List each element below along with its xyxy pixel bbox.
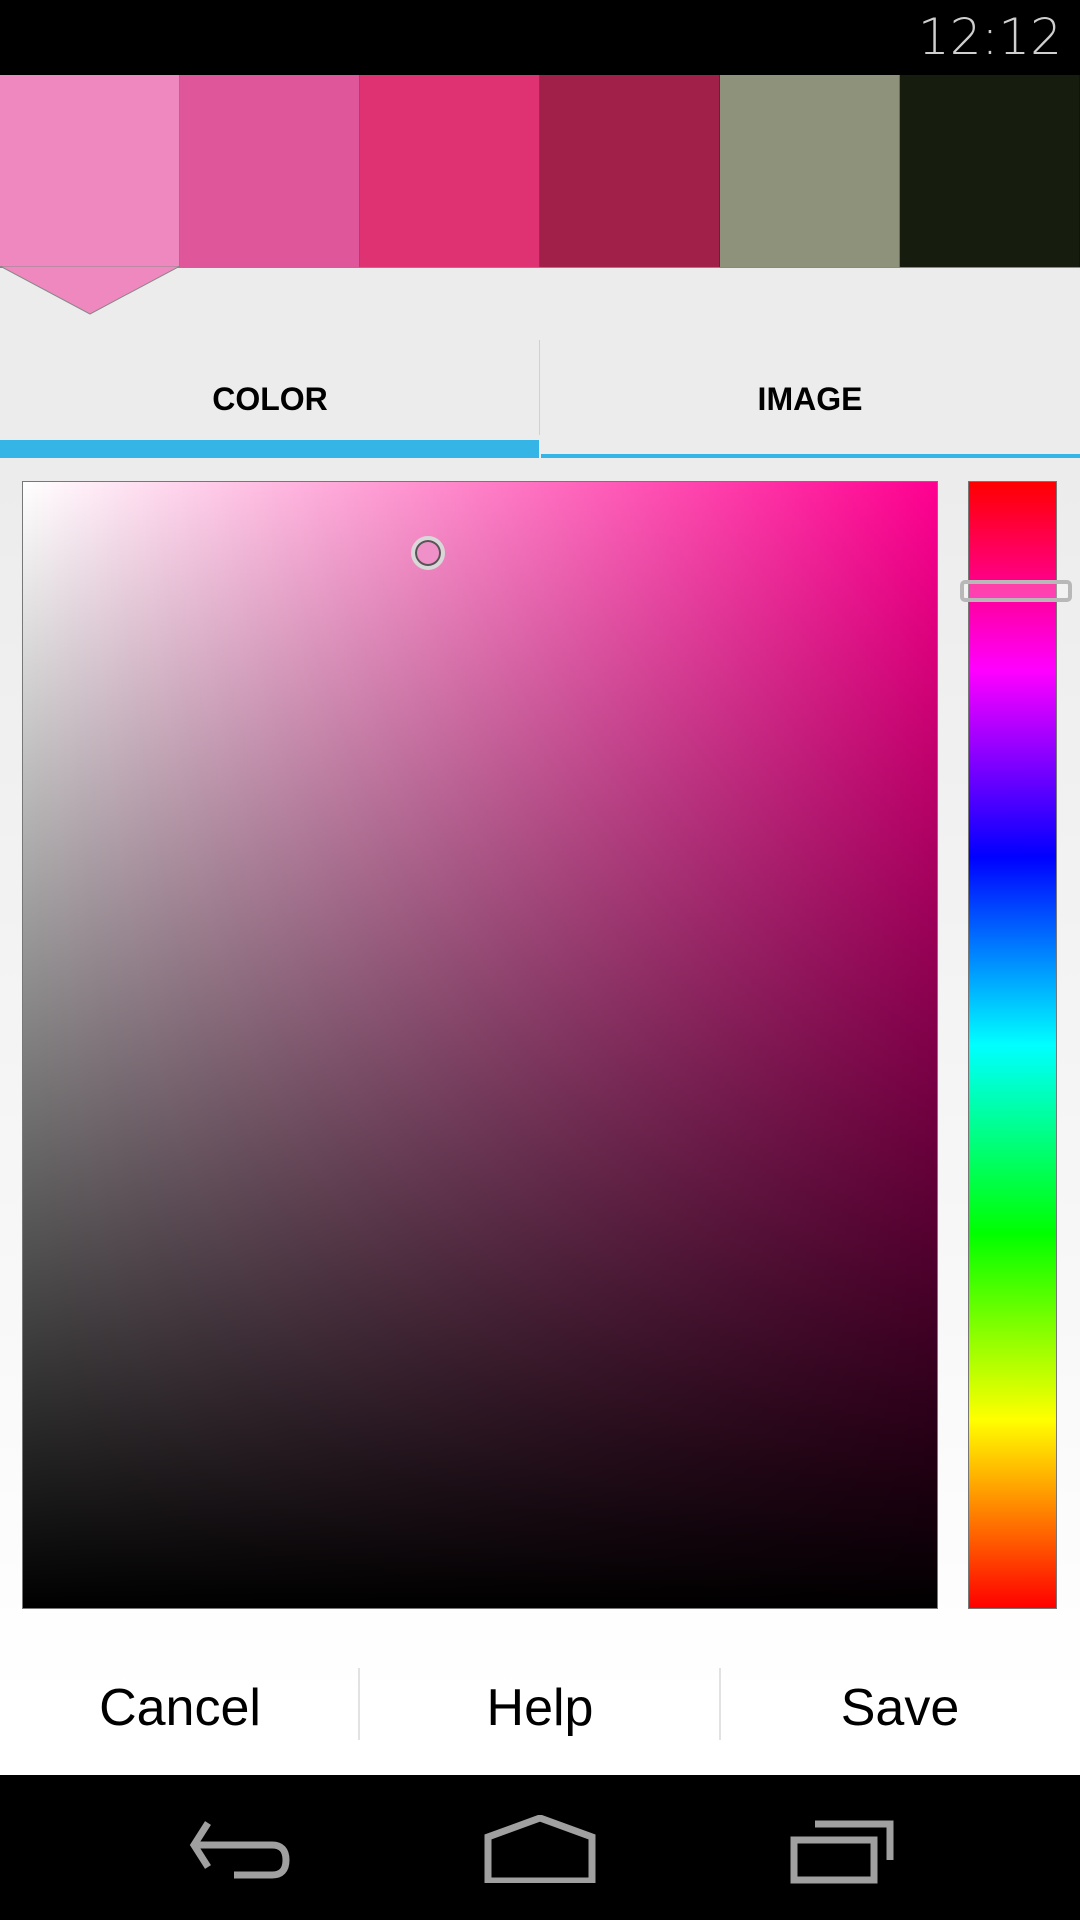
tab-indicator-inactive <box>541 454 1080 458</box>
action-buttons: Cancel Help Save <box>0 1640 1080 1775</box>
clock: 12:12 <box>917 8 1062 66</box>
swatch-5[interactable] <box>720 75 900 267</box>
swatch-6[interactable] <box>900 75 1080 267</box>
hue-slider[interactable] <box>968 481 1057 1609</box>
tab-indicator-active <box>0 440 539 458</box>
button-divider <box>719 1668 721 1740</box>
hue-slider-handle[interactable] <box>960 580 1072 602</box>
save-button[interactable]: Save <box>720 1640 1080 1775</box>
home-icon[interactable] <box>484 1815 596 1883</box>
back-icon[interactable] <box>188 1820 292 1880</box>
tab-image[interactable]: IMAGE <box>540 340 1080 458</box>
swatch-4[interactable] <box>540 75 720 267</box>
palette-swatches <box>0 75 1080 268</box>
swatch-3[interactable] <box>360 75 540 267</box>
color-selector-handle[interactable] <box>411 536 445 570</box>
recents-icon[interactable] <box>790 1820 896 1884</box>
tab-color-label: COLOR <box>212 380 328 417</box>
button-divider <box>358 1668 360 1740</box>
help-button[interactable]: Help <box>360 1640 720 1775</box>
sv-black-gradient <box>23 482 937 1608</box>
saturation-value-square[interactable] <box>22 481 938 1609</box>
tab-bar: COLOR IMAGE <box>0 340 1080 458</box>
swatch-2[interactable] <box>180 75 360 267</box>
swatch-1[interactable] <box>0 75 180 267</box>
cancel-button[interactable]: Cancel <box>0 1640 360 1775</box>
tab-image-label: IMAGE <box>757 380 863 417</box>
selected-swatch-pointer <box>0 266 180 315</box>
navigation-bar <box>0 1775 1080 1920</box>
status-bar: 12:12 <box>0 0 1080 75</box>
